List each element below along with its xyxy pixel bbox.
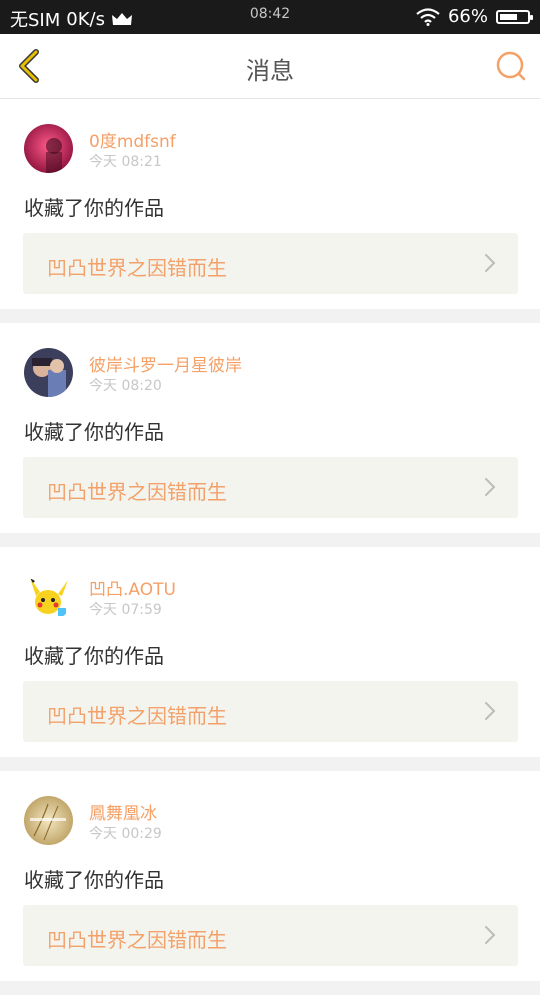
avatar[interactable] <box>24 348 73 397</box>
chevron-right-icon <box>485 478 496 496</box>
work-link[interactable]: 凹凸世界之因错而生 <box>23 681 518 742</box>
message-time: 今天 00:29 <box>89 826 162 842</box>
battery-fill <box>500 13 518 20</box>
sender-name[interactable]: 彼岸斗罗一月星彼岸 <box>89 351 242 376</box>
sender-name[interactable]: 鳳舞凰冰 <box>89 799 157 824</box>
message-card: 彼岸斗罗一月星彼岸 今天 08:20 收藏了你的作品 凹凸世界之因错而生 <box>0 323 540 533</box>
work-link[interactable]: 凹凸世界之因错而生 <box>23 905 518 966</box>
sender-name[interactable]: 凹凸.AOTU <box>89 575 176 600</box>
work-title: 凹凸世界之因错而生 <box>47 928 227 952</box>
work-link[interactable]: 凹凸世界之因错而生 <box>23 233 518 294</box>
message-action: 收藏了你的作品 <box>24 420 164 444</box>
avatar[interactable] <box>24 572 73 621</box>
battery-percent: 66% <box>447 6 488 27</box>
work-title: 凹凸世界之因错而生 <box>47 704 227 728</box>
chevron-right-icon <box>485 926 496 944</box>
avatar[interactable] <box>24 796 73 845</box>
message-action: 收藏了你的作品 <box>24 868 164 892</box>
chevron-right-icon <box>485 702 496 720</box>
status-right: 66% <box>416 6 533 27</box>
work-title: 凹凸世界之因错而生 <box>47 256 227 280</box>
message-time: 今天 07:59 <box>89 602 162 618</box>
battery-icon <box>496 9 533 24</box>
message-card: 0度mdfsnf 今天 08:21 收藏了你的作品 凹凸世界之因错而生 <box>0 99 540 309</box>
work-link[interactable]: 凹凸世界之因错而生 <box>23 457 518 518</box>
message-action: 收藏了你的作品 <box>24 644 164 668</box>
avatar[interactable] <box>24 124 73 173</box>
message-time: 今天 08:21 <box>89 154 162 170</box>
message-card: 鳳舞凰冰 今天 00:29 收藏了你的作品 凹凸世界之因错而生 <box>0 771 540 981</box>
work-title: 凹凸世界之因错而生 <box>47 480 227 504</box>
sender-name[interactable]: 0度mdfsnf <box>89 127 176 152</box>
status-bar: 无SIM 0K/s 08:42 66% <box>0 0 540 34</box>
app-header: 消息 <box>0 34 540 99</box>
chevron-right-icon <box>485 254 496 272</box>
search-icon[interactable] <box>494 49 528 83</box>
message-action: 收藏了你的作品 <box>24 196 164 220</box>
message-list: 0度mdfsnf 今天 08:21 收藏了你的作品 凹凸世界之因错而生 彼岸斗罗… <box>0 99 540 995</box>
message-time: 今天 08:20 <box>89 378 162 394</box>
wifi-icon <box>416 7 440 26</box>
page-title: 消息 <box>246 57 294 85</box>
message-card: 凹凸.AOTU 今天 07:59 收藏了你的作品 凹凸世界之因错而生 <box>0 547 540 757</box>
